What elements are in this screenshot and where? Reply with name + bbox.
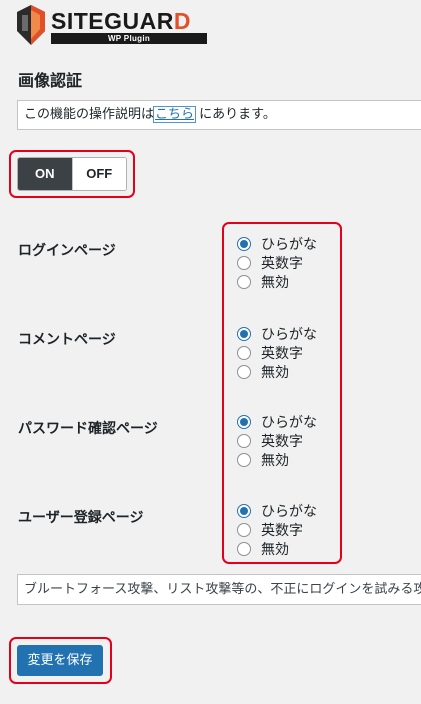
radio-button[interactable] (237, 503, 251, 518)
radio-option-hiragana[interactable]: ひらがな (237, 412, 317, 431)
radio-option-disabled[interactable]: 無効 (237, 272, 317, 291)
radio-group-login: ひらがな 英数字 無効 (237, 234, 317, 291)
radio-group-register: ひらがな 英数字 無効 (237, 501, 317, 558)
logo-wordmark: SITEGUARD (51, 8, 191, 34)
radio-option-disabled[interactable]: 無効 (237, 450, 317, 469)
setting-label-register: ユーザー登録ページ (18, 510, 144, 526)
radio-button[interactable] (237, 414, 251, 429)
radio-button[interactable] (237, 541, 251, 556)
radio-option-hiragana[interactable]: ひらがな (237, 324, 317, 343)
radio-option-alphanumeric[interactable]: 英数字 (237, 431, 317, 450)
radio-option-alphanumeric[interactable]: 英数字 (237, 253, 317, 272)
radio-button[interactable] (237, 326, 251, 341)
help-notice-text: この機能の操作説明は (24, 107, 155, 122)
radio-button[interactable] (237, 255, 251, 270)
setting-label-password: パスワード確認ページ (18, 421, 158, 437)
radio-option-disabled[interactable]: 無効 (237, 539, 317, 558)
setting-label-login: ログインページ (18, 243, 116, 259)
page-title: 画像認証 (18, 71, 83, 90)
siteguard-logo: SITEGUARD WP Plugin (16, 4, 212, 48)
toggle-on-button[interactable]: ON (18, 158, 72, 190)
help-notice: この機能の操作説明はこちら にあります。 (17, 100, 421, 130)
radio-button[interactable] (237, 364, 251, 379)
on-off-toggle[interactable]: ON OFF (17, 157, 127, 191)
save-button[interactable]: 変更を保存 (17, 645, 103, 676)
radio-button[interactable] (237, 452, 251, 467)
radio-button[interactable] (237, 274, 251, 289)
radio-option-hiragana[interactable]: ひらがな (237, 501, 317, 520)
logo-subtitle: WP Plugin (51, 33, 207, 44)
description-textarea: ブルートフォース攻撃、リスト攻撃等の、不正にログインを試みる攻 (17, 574, 421, 605)
radio-button[interactable] (237, 345, 251, 360)
help-notice-text-end: にあります。 (199, 107, 276, 122)
radio-button[interactable] (237, 522, 251, 537)
radio-option-alphanumeric[interactable]: 英数字 (237, 520, 317, 539)
shield-logo-icon (17, 5, 45, 45)
help-link[interactable]: こちら (153, 106, 197, 123)
radio-option-alphanumeric[interactable]: 英数字 (237, 343, 317, 362)
radio-group-comment: ひらがな 英数字 無効 (237, 324, 317, 381)
radio-button[interactable] (237, 236, 251, 251)
radio-group-password: ひらがな 英数字 無効 (237, 412, 317, 469)
radio-button[interactable] (237, 433, 251, 448)
radio-option-hiragana[interactable]: ひらがな (237, 234, 317, 253)
toggle-off-button[interactable]: OFF (71, 158, 126, 190)
radio-option-disabled[interactable]: 無効 (237, 362, 317, 381)
setting-label-comment: コメントページ (18, 332, 116, 348)
